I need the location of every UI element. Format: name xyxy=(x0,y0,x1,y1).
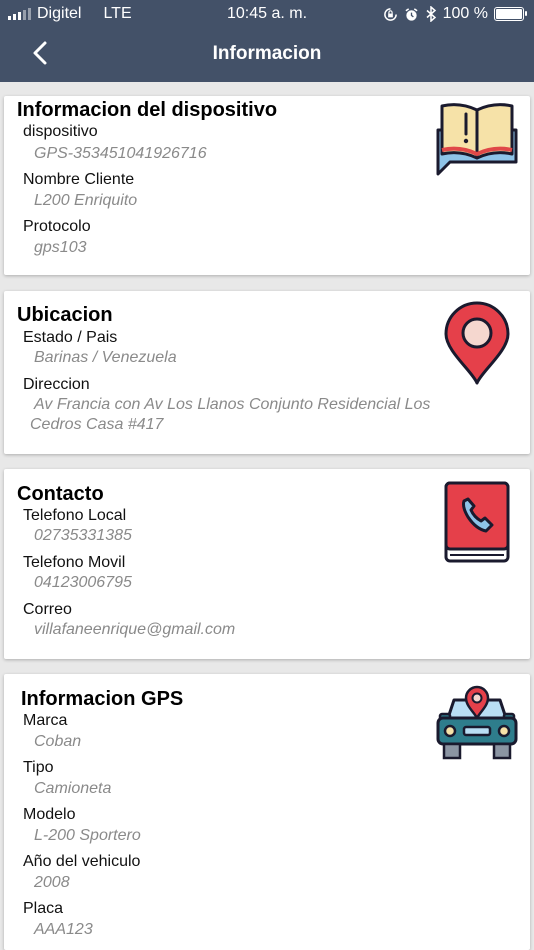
field-value-telefono-local: 02735331385 xyxy=(34,527,132,544)
field-value-protocolo: gps103 xyxy=(34,239,87,256)
field-value-nombre-cliente: L200 Enriquito xyxy=(34,192,138,209)
field-label-correo: Correo xyxy=(23,601,72,618)
field-value-placa: AAA123 xyxy=(34,921,93,938)
field-label-marca: Marca xyxy=(23,712,68,729)
field-value-telefono-movil: 04123006795 xyxy=(34,574,132,591)
status-right: 100 % xyxy=(383,5,527,23)
field-value-estado-pais: Barinas / Venezuela xyxy=(34,349,177,366)
field-label-telefono-movil: Telefono Movil xyxy=(23,554,126,571)
field-label-placa: Placa xyxy=(23,900,64,917)
field-label-protocolo: Protocolo xyxy=(23,218,91,235)
field-label-nombre-cliente: Nombre Cliente xyxy=(23,171,135,188)
field-label-telefono-local: Telefono Local xyxy=(23,507,127,524)
field-value-modelo: L-200 Sportero xyxy=(34,827,141,844)
contact-title: Contacto xyxy=(17,483,104,505)
field-label-anio-vehiculo: Año del vehiculo xyxy=(23,853,141,870)
field-label-tipo: Tipo xyxy=(23,759,54,776)
alarm-icon xyxy=(405,7,418,21)
open-book-icon xyxy=(436,103,518,176)
field-value-direccion: Av Francia con Av Los Llanos Conjunto Re… xyxy=(30,396,431,433)
battery-percent: 100 % xyxy=(442,5,488,22)
field-value-marca: Coban xyxy=(34,733,82,750)
car-location-icon xyxy=(436,685,518,760)
field-label-modelo: Modelo xyxy=(23,806,76,823)
contact-card: Contacto Telefono Local 02735331385 Tele… xyxy=(4,469,530,659)
device-info-title: Informacion del dispositivo xyxy=(17,99,278,121)
page-title: Informacion xyxy=(212,43,322,64)
field-value-dispositivo: GPS-353451041926716 xyxy=(34,145,207,162)
field-value-tipo: Camioneta xyxy=(34,780,112,797)
field-value-anio-vehiculo: 2008 xyxy=(34,874,70,891)
battery-icon xyxy=(494,7,527,21)
gps-info-title: Informacion GPS xyxy=(21,688,184,710)
device-info-card: Informacion del dispositivo dispositivo … xyxy=(4,96,530,275)
field-label-dispositivo: dispositivo xyxy=(23,123,98,140)
status-bar: Digitel LTE 10:45 a. m. 100 % xyxy=(0,0,534,28)
field-label-direccion: Direccion xyxy=(23,376,90,393)
rotation-lock-icon xyxy=(383,7,397,21)
location-card: Ubicacion Estado / Pais Barinas / Venezu… xyxy=(4,291,530,454)
gps-info-card: Informacion GPS Marca Coban Tipo Camione… xyxy=(4,674,530,950)
phone-book-icon xyxy=(444,481,510,563)
bluetooth-icon xyxy=(426,6,436,22)
field-value-correo: villafaneenrique@gmail.com xyxy=(34,621,236,638)
location-title: Ubicacion xyxy=(17,304,113,326)
nav-bar: Informacion xyxy=(0,28,534,82)
map-pin-icon xyxy=(444,301,510,385)
field-label-estado-pais: Estado / Pais xyxy=(23,329,118,346)
